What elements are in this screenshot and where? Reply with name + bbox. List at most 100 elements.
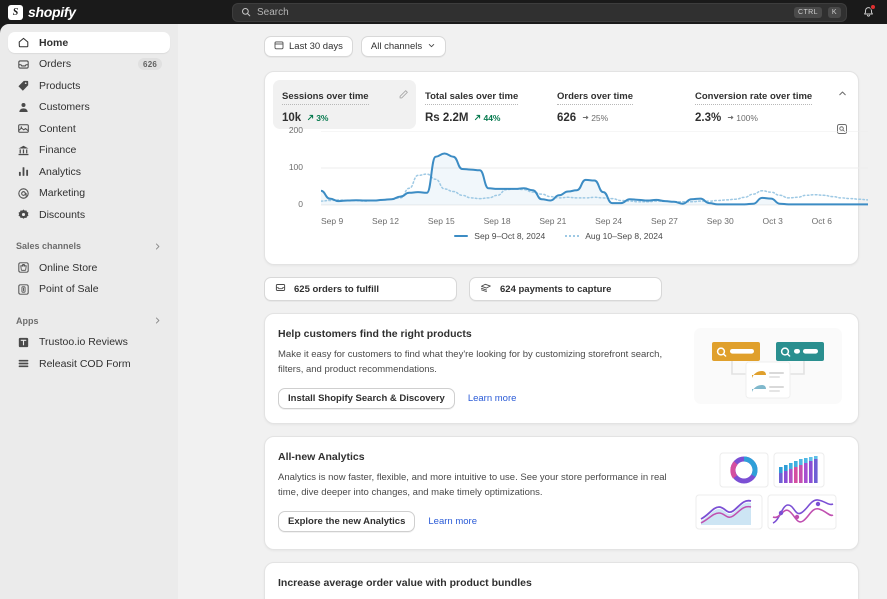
sidebar-item-label: Home bbox=[39, 36, 69, 49]
calendar-icon bbox=[274, 40, 284, 53]
sidebar-item-discounts[interactable]: Discounts bbox=[8, 204, 170, 225]
search-discovery-illustration bbox=[694, 328, 842, 404]
point-of-sale-icon bbox=[16, 282, 30, 296]
sidebar-item-marketing[interactable]: Marketing bbox=[8, 183, 170, 204]
arrow-flat-icon bbox=[582, 115, 589, 120]
promo-description: Analytics is now faster, flexible, and m… bbox=[278, 472, 667, 498]
customers-icon bbox=[16, 100, 30, 114]
analytics-icon bbox=[16, 165, 30, 179]
metric-label: Orders over time bbox=[557, 91, 634, 105]
promo-title: Increase average order value with produc… bbox=[278, 577, 532, 589]
promo-title: Help customers find the right products bbox=[278, 328, 472, 340]
global-search[interactable]: CTRL K bbox=[232, 2, 847, 22]
task-label: 625 orders to fulfill bbox=[294, 283, 379, 295]
sidebar-item-label: Releasit COD Form bbox=[39, 357, 131, 370]
sidebar: Home Orders 626 Products Customers Conte… bbox=[0, 24, 178, 599]
channels-filter[interactable]: All channels bbox=[360, 36, 447, 57]
chevron-up-icon bbox=[838, 91, 846, 96]
metric-sessions[interactable]: Sessions over time 10k 3% bbox=[273, 80, 416, 129]
chart-plot-area: 200 100 0 bbox=[281, 125, 868, 211]
payments-to-capture-button[interactable]: 624 payments to capture bbox=[469, 277, 662, 301]
sidebar-item-home[interactable]: Home bbox=[8, 32, 170, 53]
sidebar-section-sales-channels[interactable]: Sales channels bbox=[8, 236, 170, 256]
legend-item-current[interactable]: Sep 9–Oct 8, 2024 bbox=[454, 231, 545, 241]
sidebar-item-label: Orders bbox=[39, 58, 72, 70]
x-tick: Oct 6 bbox=[811, 216, 832, 226]
sidebar-section-apps[interactable]: Apps bbox=[8, 311, 170, 331]
trustoo-app-icon bbox=[16, 335, 30, 349]
sidebar-item-label: Content bbox=[39, 122, 76, 135]
legend-label: Sep 9–Oct 8, 2024 bbox=[474, 231, 546, 241]
online-store-icon bbox=[16, 261, 30, 275]
releasit-app-icon bbox=[16, 357, 30, 371]
legend-swatch-solid bbox=[454, 235, 469, 237]
x-tick: Sep 15 bbox=[427, 216, 455, 226]
sidebar-item-label: Finance bbox=[39, 144, 77, 156]
metric-orders[interactable]: Orders over time 626 25% bbox=[548, 80, 686, 129]
sidebar-item-finance[interactable]: Finance bbox=[8, 140, 170, 161]
sidebar-section-label: Apps bbox=[16, 315, 39, 326]
analytics-charts-illustration bbox=[694, 451, 842, 535]
content-icon bbox=[16, 122, 30, 136]
metric-value: 2.3% bbox=[695, 112, 722, 124]
marketing-icon bbox=[16, 186, 30, 200]
learn-more-link[interactable]: Learn more bbox=[468, 393, 517, 404]
metric-conversion-rate[interactable]: Conversion rate over time 2.3% 100% bbox=[686, 80, 836, 129]
chart-svg bbox=[321, 131, 868, 206]
metric-value: 10k bbox=[282, 112, 302, 124]
sidebar-section-label: Sales channels bbox=[16, 241, 82, 251]
chevron-right-icon bbox=[153, 242, 162, 251]
task-label: 624 payments to capture bbox=[500, 283, 612, 295]
promo-card-analytics: All-new Analytics Analytics is now faste… bbox=[264, 436, 859, 550]
date-range-filter[interactable]: Last 30 days bbox=[264, 36, 353, 57]
metric-value: 626 bbox=[557, 112, 577, 124]
promo-card-search-discovery: Help customers find the right products M… bbox=[264, 313, 859, 424]
metric-label: Sessions over time bbox=[282, 91, 369, 105]
explore-analytics-button[interactable]: Explore the new Analytics bbox=[278, 511, 416, 532]
sidebar-item-label: Trustoo.io Reviews bbox=[39, 336, 128, 348]
sidebar-item-orders[interactable]: Orders 626 bbox=[8, 54, 170, 75]
legend-swatch-dotted bbox=[565, 235, 580, 237]
notification-dot bbox=[870, 4, 876, 10]
metric-delta: 100% bbox=[727, 113, 758, 123]
search-input[interactable] bbox=[257, 6, 789, 18]
notifications-button[interactable] bbox=[859, 3, 877, 21]
learn-more-link[interactable]: Learn more bbox=[428, 516, 477, 527]
sidebar-item-products[interactable]: Products bbox=[8, 75, 170, 96]
sidebar-item-releasit-cod-form[interactable]: Releasit COD Form bbox=[8, 353, 170, 374]
sidebar-item-content[interactable]: Content bbox=[8, 118, 170, 139]
finance-icon bbox=[16, 143, 30, 157]
chevron-down-icon bbox=[427, 41, 436, 53]
sidebar-item-customers[interactable]: Customers bbox=[8, 97, 170, 118]
orders-to-fulfill-button[interactable]: 625 orders to fulfill bbox=[264, 277, 457, 301]
metric-delta: 25% bbox=[582, 113, 608, 123]
arrow-up-icon bbox=[308, 114, 314, 121]
sidebar-item-online-store[interactable]: Online Store bbox=[8, 257, 170, 278]
collapse-button[interactable] bbox=[837, 86, 848, 104]
sidebar-item-trustoo-reviews[interactable]: Trustoo.io Reviews bbox=[8, 332, 170, 353]
promo-title: All-new Analytics bbox=[278, 451, 365, 463]
shopify-logo[interactable]: S shopify bbox=[0, 4, 232, 20]
promo-actions: Explore the new Analytics Learn more bbox=[278, 511, 684, 532]
orders-icon bbox=[16, 57, 30, 71]
sidebar-item-analytics[interactable]: Analytics bbox=[8, 161, 170, 182]
promo-actions: Install Shopify Search & Discovery Learn… bbox=[278, 388, 684, 409]
x-tick: Sep 24 bbox=[595, 216, 623, 226]
task-buttons: 625 orders to fulfill 624 payments to ca… bbox=[264, 277, 859, 301]
edit-metric-button[interactable] bbox=[398, 87, 409, 105]
y-tick-100: 100 bbox=[288, 162, 303, 172]
legend-item-previous[interactable]: Aug 10–Sep 8, 2024 bbox=[565, 231, 663, 241]
shortcut-k: K bbox=[827, 6, 841, 18]
shopify-bag-icon: S bbox=[8, 4, 23, 20]
install-search-discovery-button[interactable]: Install Shopify Search & Discovery bbox=[278, 388, 455, 409]
promo-card-product-bundles: Increase average order value with produc… bbox=[264, 562, 859, 599]
sidebar-item-point-of-sale[interactable]: Point of Sale bbox=[8, 279, 170, 300]
filter-bar: Last 30 days All channels bbox=[264, 36, 859, 57]
metric-total-sales[interactable]: Total sales over time Rs 2.2M 44% bbox=[416, 80, 548, 129]
promo-body: Help customers find the right products M… bbox=[278, 328, 684, 409]
metrics-row: Sessions over time 10k 3% Total sales ov… bbox=[273, 80, 850, 134]
metric-label: Total sales over time bbox=[425, 91, 519, 105]
brand-name: shopify bbox=[28, 4, 76, 20]
metric-delta: 3% bbox=[307, 113, 328, 123]
package-icon bbox=[275, 282, 286, 296]
